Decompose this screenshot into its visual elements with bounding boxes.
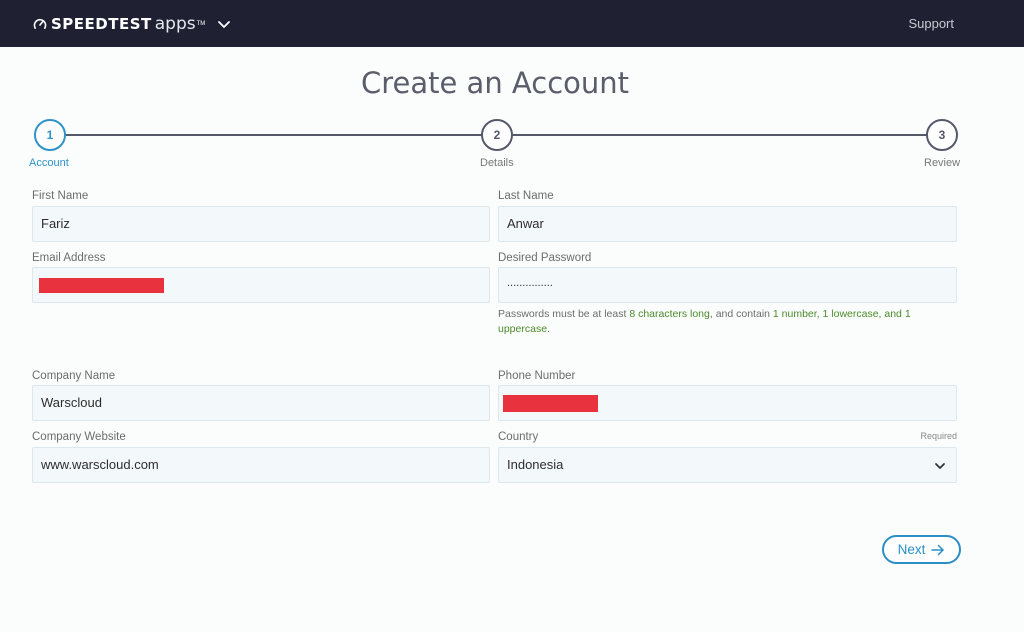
email-label: Email Address: [32, 252, 106, 264]
top-bar: SPEEDTEST apps TM Support: [0, 0, 1024, 47]
country-value: Indonesia: [507, 457, 564, 472]
brand-name: SPEEDTEST: [51, 15, 152, 33]
trademark: TM: [196, 21, 206, 27]
step-3-indicator: 3: [926, 119, 958, 151]
company-name-field[interactable]: Warscloud: [32, 385, 490, 421]
first-name-label: First Name: [32, 190, 89, 202]
step-2-indicator: 2: [481, 119, 513, 151]
phone-label: Phone Number: [498, 370, 576, 382]
hint-length: 8 characters long: [629, 308, 710, 320]
last-name-field[interactable]: Anwar: [498, 206, 957, 242]
arrow-right-icon: [931, 544, 945, 555]
speedometer-icon: [33, 18, 47, 29]
support-link[interactable]: Support: [908, 16, 954, 31]
country-label: Country: [498, 431, 539, 443]
step-2-label: Details: [480, 157, 514, 169]
next-button[interactable]: Next: [882, 535, 961, 564]
password-field[interactable]: ...............: [498, 267, 957, 303]
company-website-label: Company Website: [32, 431, 126, 443]
redacted-phone: [503, 395, 598, 412]
hint-text: , and contain: [709, 308, 773, 320]
first-name-field[interactable]: Fariz: [32, 206, 490, 242]
company-website-field[interactable]: www.warscloud.com: [32, 447, 490, 483]
step-1-indicator: 1: [34, 119, 66, 151]
page-title: Create an Account: [360, 66, 630, 100]
redacted-email: [39, 278, 164, 293]
required-label: Required: [920, 431, 957, 441]
phone-field[interactable]: [498, 385, 957, 421]
brand-apps: apps: [154, 14, 196, 34]
next-label: Next: [897, 542, 926, 557]
password-label: Desired Password: [498, 252, 592, 264]
last-name-label: Last Name: [498, 190, 554, 202]
step-1-label: Account: [29, 157, 69, 169]
speedtest-apps-logo[interactable]: SPEEDTEST apps TM: [33, 13, 231, 35]
email-field[interactable]: [32, 267, 490, 303]
hint-text: Passwords must be at least: [498, 308, 630, 320]
step-3-label: Review: [924, 157, 961, 169]
chevron-down-icon: [935, 463, 945, 469]
chevron-down-icon[interactable]: [217, 17, 231, 31]
hint-text: .: [547, 322, 550, 335]
country-select[interactable]: Indonesia: [498, 447, 957, 483]
company-name-label: Company Name: [32, 370, 116, 382]
password-hint: Passwords must be at least 8 characters …: [498, 307, 958, 336]
